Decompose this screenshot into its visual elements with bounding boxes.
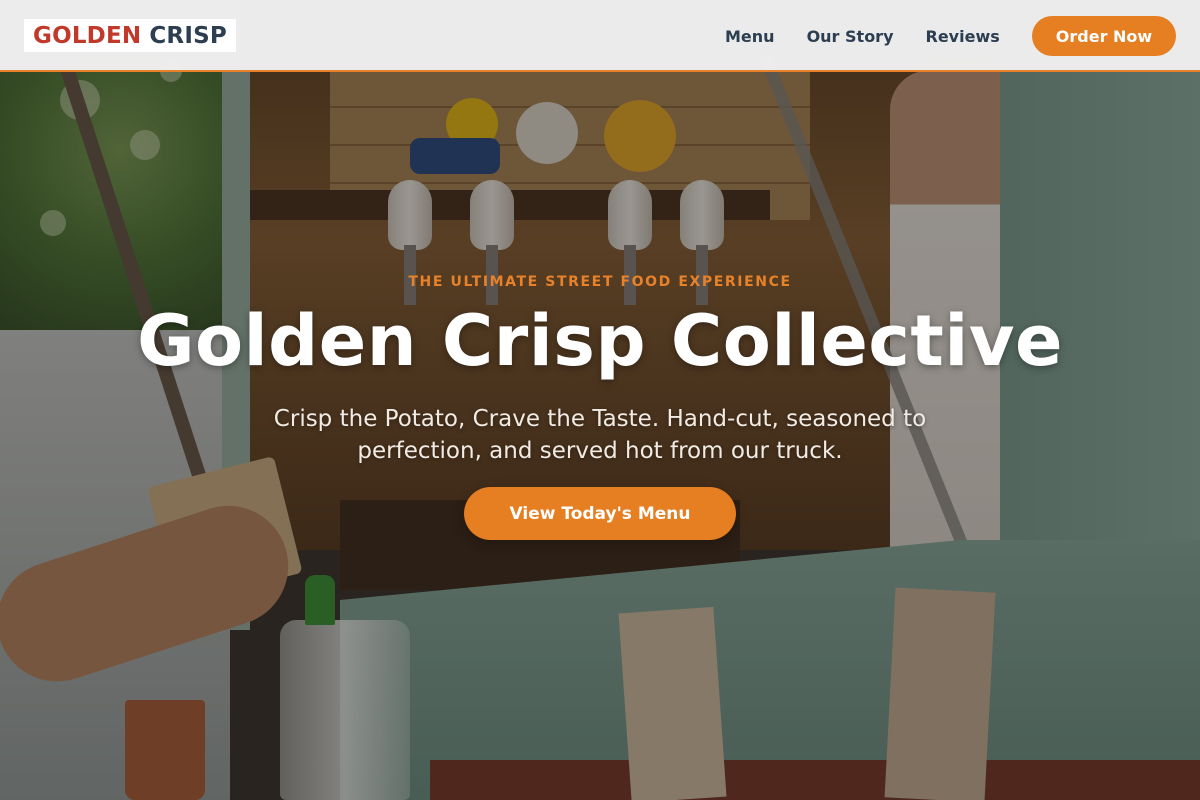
brand-logo[interactable]: GOLDEN CRISP: [24, 19, 236, 52]
hero-section: THE ULTIMATE STREET FOOD EXPERIENCE Gold…: [0, 0, 1200, 800]
nav-link-our-story[interactable]: Our Story: [807, 27, 894, 46]
site-header: GOLDEN CRISP Menu Our Story Reviews Orde…: [0, 0, 1200, 72]
nav-link-menu[interactable]: Menu: [725, 27, 775, 46]
logo-word-crisp: CRISP: [149, 22, 227, 49]
hero-title: Golden Crisp Collective: [137, 300, 1063, 382]
hero-content: THE ULTIMATE STREET FOOD EXPERIENCE Gold…: [0, 0, 1200, 800]
main-nav: Menu Our Story Reviews: [725, 0, 1032, 72]
hero-eyebrow: THE ULTIMATE STREET FOOD EXPERIENCE: [408, 274, 792, 290]
order-now-button[interactable]: Order Now: [1032, 16, 1176, 56]
view-menu-button[interactable]: View Today's Menu: [464, 487, 736, 540]
nav-link-reviews[interactable]: Reviews: [926, 27, 1000, 46]
hero-subtitle: Crisp the Potato, Crave the Taste. Hand-…: [273, 406, 927, 464]
logo-word-golden: GOLDEN: [33, 22, 142, 49]
